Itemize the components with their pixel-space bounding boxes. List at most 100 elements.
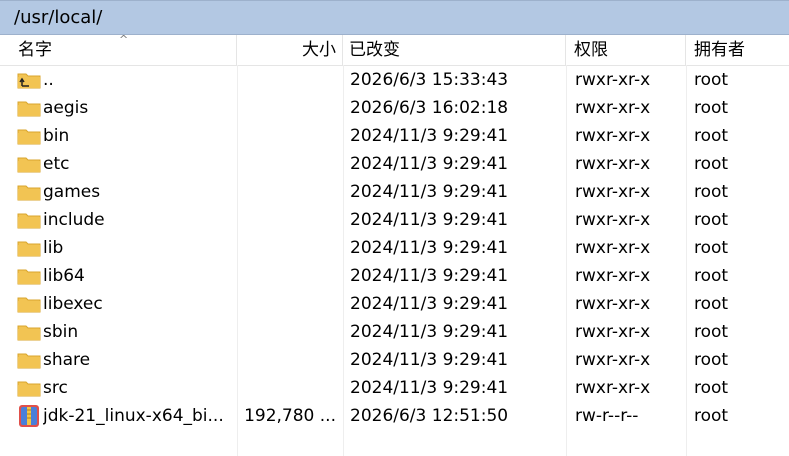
- folder-icon: [17, 379, 41, 397]
- file-list[interactable]: 名字 ^ 大小 已改变 权限 拥有者 .. 2026/6/3 15:33:43 rw…: [0, 33, 789, 456]
- file-row[interactable]: share 2024/11/3 9:29:41 rwxr-xr-x root: [0, 346, 789, 374]
- file-permissions: rwxr-xr-x: [575, 322, 651, 342]
- file-owner: root: [694, 70, 729, 90]
- file-size: [238, 178, 336, 206]
- column-header-permissions-label: 权限: [574, 40, 608, 60]
- file-modified: 2024/11/3 9:29:41: [350, 350, 509, 370]
- file-size: [238, 122, 336, 150]
- file-modified: 2024/11/3 9:29:41: [350, 182, 509, 202]
- file-name: include: [43, 210, 105, 230]
- file-permissions: rwxr-xr-x: [575, 378, 651, 398]
- file-name: ..: [43, 70, 54, 90]
- column-header-owner[interactable]: 拥有者: [686, 35, 789, 65]
- file-modified: 2026/6/3 15:33:43: [350, 70, 509, 90]
- file-owner: root: [694, 210, 729, 230]
- file-row[interactable]: sbin 2024/11/3 9:29:41 rwxr-xr-x root: [0, 318, 789, 346]
- file-owner: root: [694, 406, 729, 426]
- file-name: aegis: [43, 98, 89, 118]
- file-row[interactable]: games 2024/11/3 9:29:41 rwxr-xr-x root: [0, 178, 789, 206]
- file-size: [238, 206, 336, 234]
- file-modified: 2024/11/3 9:29:41: [350, 294, 509, 314]
- file-name: libexec: [43, 294, 103, 314]
- folder-icon: [17, 351, 41, 369]
- file-owner: root: [694, 378, 729, 398]
- file-permissions: rwxr-xr-x: [575, 154, 651, 174]
- file-name: lib64: [43, 266, 85, 286]
- file-owner: root: [694, 126, 729, 146]
- file-name: etc: [43, 154, 70, 174]
- file-name: games: [43, 182, 101, 202]
- file-modified: 2024/11/3 9:29:41: [350, 154, 509, 174]
- column-header-modified[interactable]: 已改变: [343, 35, 566, 65]
- file-size: [238, 374, 336, 402]
- file-permissions: rwxr-xr-x: [575, 210, 651, 230]
- file-row[interactable]: etc 2024/11/3 9:29:41 rwxr-xr-x root: [0, 150, 789, 178]
- file-size: 192,780 ...: [244, 406, 336, 426]
- file-modified: 2026/6/3 16:02:18: [350, 98, 509, 118]
- file-name: sbin: [43, 322, 79, 342]
- folder-icon: [17, 295, 41, 313]
- file-name: jdk-21_linux-x64_bi...: [43, 406, 224, 426]
- file-modified: 2024/11/3 9:29:41: [350, 266, 509, 286]
- folder-icon: [17, 155, 41, 173]
- column-header-size-label: 大小: [302, 40, 336, 60]
- file-size: [238, 150, 336, 178]
- column-header-owner-label: 拥有者: [694, 40, 745, 60]
- file-permissions: rwxr-xr-x: [575, 266, 651, 286]
- file-size: [238, 346, 336, 374]
- file-modified: 2024/11/3 9:29:41: [350, 210, 509, 230]
- file-name: share: [43, 350, 91, 370]
- file-permissions: rw-r--r--: [575, 406, 639, 426]
- file-row[interactable]: src 2024/11/3 9:29:41 rwxr-xr-x root: [0, 374, 789, 402]
- folder-icon: [17, 99, 41, 117]
- file-name: bin: [43, 126, 70, 146]
- column-header-name-label: 名字: [18, 40, 52, 60]
- file-row[interactable]: jdk-21_linux-x64_bi... 192,780 ... 2026/6/…: [0, 402, 789, 430]
- file-size: [238, 262, 336, 290]
- file-owner: root: [694, 154, 729, 174]
- file-row[interactable]: include 2024/11/3 9:29:41 rwxr-xr-x root: [0, 206, 789, 234]
- file-row[interactable]: lib 2024/11/3 9:29:41 rwxr-xr-x root: [0, 234, 789, 262]
- file-name: lib: [43, 238, 64, 258]
- file-row[interactable]: .. 2026/6/3 15:33:43 rwxr-xr-x root: [0, 66, 789, 94]
- parent-folder-icon: [17, 71, 41, 89]
- file-name: src: [43, 378, 68, 398]
- file-owner: root: [694, 322, 729, 342]
- file-permissions: rwxr-xr-x: [575, 98, 651, 118]
- folder-icon: [17, 323, 41, 341]
- file-owner: root: [694, 294, 729, 314]
- column-header-modified-label: 已改变: [349, 40, 400, 60]
- file-owner: root: [694, 266, 729, 286]
- file-row[interactable]: aegis 2026/6/3 16:02:18 rwxr-xr-x root: [0, 94, 789, 122]
- file-row[interactable]: lib64 2024/11/3 9:29:41 rwxr-xr-x root: [0, 262, 789, 290]
- folder-icon: [17, 239, 41, 257]
- file-permissions: rwxr-xr-x: [575, 350, 651, 370]
- file-owner: root: [694, 182, 729, 202]
- folder-icon: [17, 183, 41, 201]
- path-bar[interactable]: /usr/local/: [0, 0, 789, 35]
- file-modified: 2024/11/3 9:29:41: [350, 238, 509, 258]
- folder-icon: [17, 267, 41, 285]
- file-permissions: rwxr-xr-x: [575, 238, 651, 258]
- archive-file-icon: [17, 405, 41, 427]
- file-size: [238, 66, 336, 94]
- file-size: [238, 318, 336, 346]
- file-size: [238, 234, 336, 262]
- column-header-row: 名字 ^ 大小 已改变 权限 拥有者: [0, 33, 789, 66]
- file-permissions: rwxr-xr-x: [575, 70, 651, 90]
- file-row[interactable]: libexec 2024/11/3 9:29:41 rwxr-xr-x root: [0, 290, 789, 318]
- file-owner: root: [694, 238, 729, 258]
- column-header-name[interactable]: 名字 ^: [0, 33, 237, 65]
- file-owner: root: [694, 98, 729, 118]
- sort-ascending-icon: ^: [119, 33, 129, 46]
- folder-icon: [17, 127, 41, 145]
- file-modified: 2024/11/3 9:29:41: [350, 322, 509, 342]
- file-row[interactable]: bin 2024/11/3 9:29:41 rwxr-xr-x root: [0, 122, 789, 150]
- column-header-permissions[interactable]: 权限: [566, 35, 686, 65]
- file-permissions: rwxr-xr-x: [575, 126, 651, 146]
- column-header-size[interactable]: 大小: [237, 35, 343, 65]
- file-permissions: rwxr-xr-x: [575, 182, 651, 202]
- path-text: /usr/local/: [14, 7, 103, 28]
- file-permissions: rwxr-xr-x: [575, 294, 651, 314]
- file-modified: 2024/11/3 9:29:41: [350, 126, 509, 146]
